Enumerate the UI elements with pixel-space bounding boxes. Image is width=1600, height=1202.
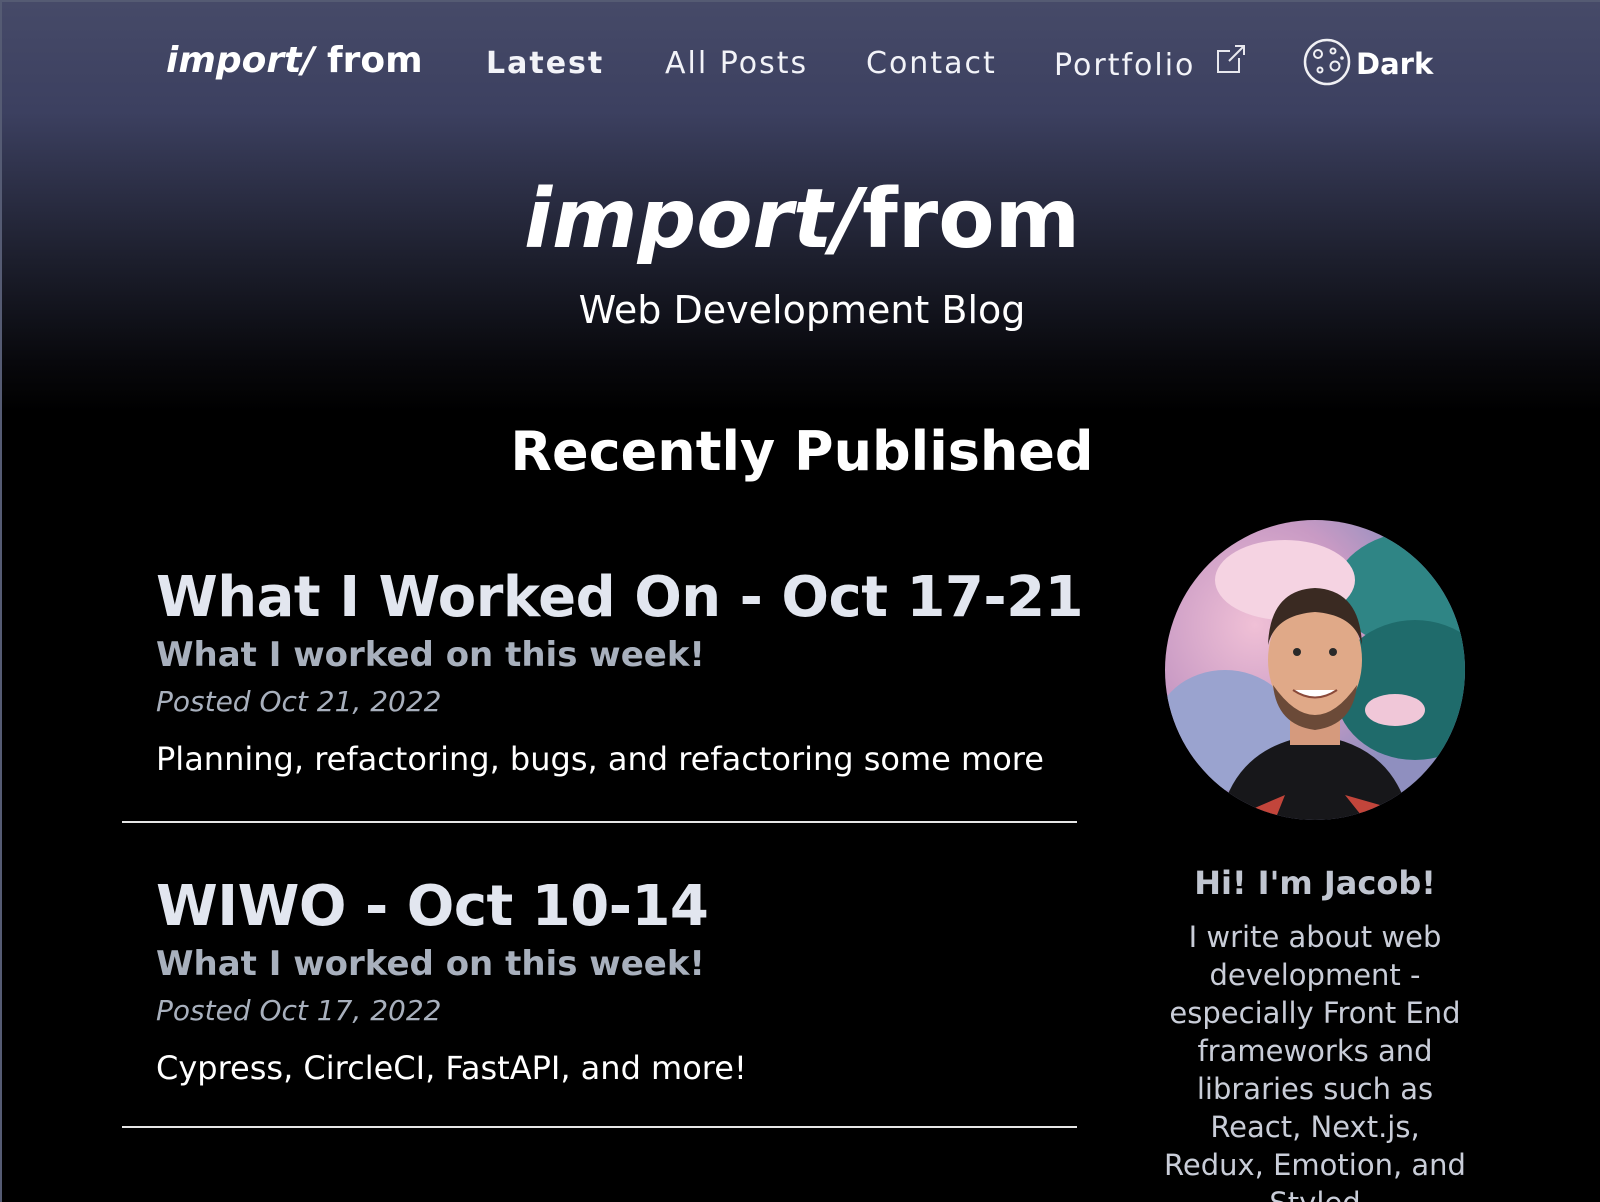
post-title-link[interactable]: WIWO - Oct 10-14	[156, 874, 1077, 939]
post-subtitle: What I worked on this week!	[156, 944, 705, 985]
top-navigation: import/ from Latest All Posts Contact Po…	[2, 32, 1600, 96]
post-excerpt: Cypress, CircleCI, FastAPI, and more!	[156, 1049, 747, 1088]
hero-subtitle: Web Development Blog	[578, 288, 1026, 332]
theme-toggle-button[interactable]: Dark	[1302, 38, 1433, 90]
bio-greeting: Hi! I'm Jacob!	[1194, 864, 1436, 902]
nav-link-contact[interactable]: Contact	[866, 46, 997, 81]
moon-icon	[1302, 37, 1352, 91]
page: import/ from Latest All Posts Contact Po…	[0, 0, 1600, 1202]
nav-link-portfolio[interactable]: Portfolio	[1054, 48, 1195, 83]
logo-italic-text: import/	[166, 40, 315, 81]
site-logo-link[interactable]: import/ from	[166, 40, 423, 81]
section-title: Recently Published	[510, 420, 1094, 483]
post-date: Posted Oct 17, 2022	[156, 994, 442, 1028]
logo-text: from	[314, 40, 423, 81]
post-item: What I Worked On - Oct 17-21 What I work…	[122, 542, 1084, 823]
author-avatar	[1165, 520, 1465, 820]
external-link-icon	[1216, 44, 1246, 74]
nav-link-all-posts[interactable]: All Posts	[665, 46, 808, 81]
post-item: WIWO - Oct 10-14 What I worked on this w…	[122, 823, 1077, 1128]
nav-link-latest[interactable]: Latest	[486, 46, 604, 81]
hero-title-rest: from	[862, 172, 1081, 267]
theme-toggle-label: Dark	[1356, 47, 1434, 81]
post-subtitle: What I worked on this week!	[156, 635, 705, 676]
bio-text: I write about web development - especial…	[1164, 920, 1466, 1202]
hero-title: import/from	[2, 172, 1600, 267]
post-date: Posted Oct 21, 2022	[156, 685, 442, 719]
post-excerpt: Planning, refactoring, bugs, and refacto…	[156, 740, 1044, 779]
hero-title-italic: import/	[523, 172, 863, 267]
post-list: What I Worked On - Oct 17-21 What I work…	[122, 542, 1084, 1128]
post-title-link[interactable]: What I Worked On - Oct 17-21	[156, 565, 1084, 630]
